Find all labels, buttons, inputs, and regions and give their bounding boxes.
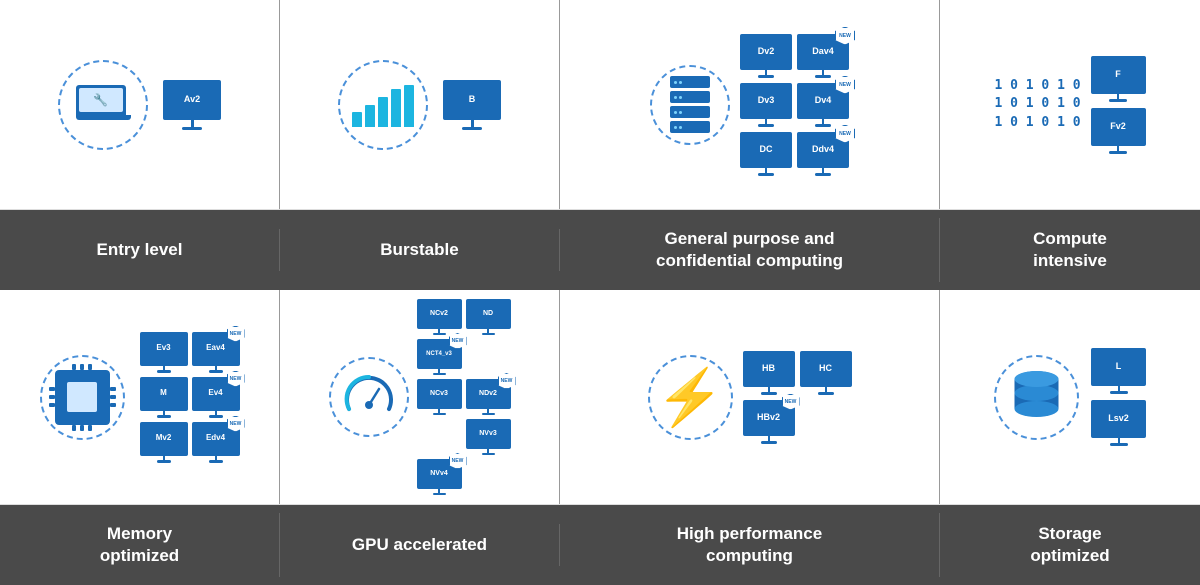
col-burst-icons: B <box>280 0 560 209</box>
nct4v3-monitor: NCT4_v3 NEW <box>417 339 462 375</box>
ncv3-monitor: NCv3 <box>417 379 462 415</box>
hbv2-new-badge: NEW <box>782 394 800 410</box>
bar3 <box>378 97 388 127</box>
f-monitor: F <box>1091 56 1146 102</box>
eav4-new-badge: NEW <box>227 326 245 342</box>
label-storage: Storage optimized <box>940 513 1200 577</box>
bottom-label-row: Memory optimized GPU accelerated High pe… <box>0 505 1200 585</box>
bottom-icons-row: Ev3 Eav4 NEW <box>0 290 1200 505</box>
hpc-icons-area: ⚡ HB HC <box>648 351 852 444</box>
edv4-new-badge: NEW <box>227 416 245 432</box>
memory-dashed-circle <box>40 355 125 440</box>
bar5 <box>404 85 414 127</box>
mv2-monitor: Mv2 <box>140 422 188 463</box>
laptop-icon: 🔧 <box>76 85 131 125</box>
bar-chart-icon <box>352 82 414 127</box>
bar1 <box>352 112 362 127</box>
hpc-monitor-grid: HB HC HBv2 <box>743 351 852 444</box>
col-entry-icons: 🔧 Av2 <box>0 0 280 209</box>
binary-display: 1 0 1 0 1 0 1 0 1 0 1 0 1 0 1 0 1 0 <box>994 77 1080 132</box>
col-compute-icons: 1 0 1 0 1 0 1 0 1 0 1 0 1 0 1 0 1 0 F <box>940 0 1200 209</box>
dav4-monitor: Dav4 NEW <box>797 34 849 78</box>
nct4-new-badge: NEW <box>449 333 467 349</box>
top-label-row: Entry level Burstable General purpose an… <box>0 210 1200 290</box>
cpu-inner <box>67 382 97 412</box>
hpc-dashed-circle: ⚡ <box>648 355 733 440</box>
storage-monitors: L Lsv2 <box>1091 348 1146 446</box>
burst-dashed-circle <box>338 60 428 150</box>
general-monitor-grid: Dv2 Dav4 NEW <box>740 34 849 176</box>
ndv2-monitor: NDv2 NEW <box>466 379 511 415</box>
nvv3-monitor: NVv3 <box>466 419 511 455</box>
ddv4-new-badge: NEW <box>835 125 855 143</box>
col-memory-icons: Ev3 Eav4 NEW <box>0 290 280 504</box>
burst-icons-area: B <box>338 60 501 150</box>
col-storage-icons: L Lsv2 <box>940 290 1200 504</box>
label-hpc: High performance computing <box>560 513 940 577</box>
edv4-monitor: Edv4 NEW <box>192 422 240 463</box>
col-gpu-icons: NCv2 ND NCT4_v3 <box>280 290 560 504</box>
storage-icons-area: L Lsv2 <box>994 348 1146 446</box>
nd-monitor: ND <box>466 299 511 335</box>
bar4 <box>391 89 401 127</box>
nvv4-new-badge: NEW <box>449 453 467 469</box>
nvv4-monitor: NVv4 NEW <box>417 459 462 495</box>
b-monitor: B <box>443 80 501 130</box>
dav4-new-badge: NEW <box>835 27 855 45</box>
label-entry: Entry level <box>0 229 280 271</box>
ev4-new-badge: NEW <box>227 371 245 387</box>
cpu-icon <box>55 370 110 425</box>
av2-monitor: Av2 <box>163 80 221 130</box>
ncv2-monitor: NCv2 <box>417 299 462 335</box>
ndv2-new-badge: NEW <box>498 373 516 389</box>
f-series-monitors: F Fv2 <box>1091 56 1146 154</box>
server-icon <box>670 76 710 133</box>
av2-label: Av2 <box>184 95 200 105</box>
speedometer-icon <box>339 367 399 427</box>
ev3-monitor: Ev3 <box>140 332 188 373</box>
general-dashed-circle <box>650 65 730 145</box>
memory-monitor-grid: Ev3 Eav4 NEW <box>140 332 240 463</box>
general-icons-area: Dv2 Dav4 NEW <box>650 34 849 176</box>
eav4-monitor: Eav4 NEW <box>192 332 240 373</box>
dc-monitor: DC <box>740 132 792 176</box>
m-monitor: M <box>140 377 188 418</box>
dv2-monitor: Dv2 <box>740 34 792 78</box>
fv2-monitor: Fv2 <box>1091 108 1146 154</box>
gpu-icons-area: NCv2 ND NCT4_v3 <box>329 299 511 495</box>
b-label: B <box>469 95 476 105</box>
lsv2-monitor: Lsv2 <box>1091 400 1146 446</box>
l-monitor: L <box>1091 348 1146 394</box>
label-burstable: Burstable <box>280 229 560 271</box>
wrench-icon: 🔧 <box>93 93 108 107</box>
hb-monitor: HB <box>743 351 795 395</box>
dv3-monitor: Dv3 <box>740 83 792 127</box>
hc-monitor: HC <box>800 351 852 395</box>
dv4-new-badge: NEW <box>835 76 855 94</box>
database-icon <box>1009 367 1064 427</box>
ddv4-monitor: Ddv4 NEW <box>797 132 849 176</box>
memory-icons-area: Ev3 Eav4 NEW <box>40 332 240 463</box>
col-hpc-icons: ⚡ HB HC <box>560 290 940 504</box>
label-gpu: GPU accelerated <box>280 524 560 566</box>
col-general-icons: Dv2 Dav4 NEW <box>560 0 940 209</box>
storage-dashed-circle <box>994 355 1079 440</box>
bar2 <box>365 105 375 127</box>
gpu-dashed-circle <box>329 357 409 437</box>
entry-icons-area: 🔧 Av2 <box>58 60 221 150</box>
entry-dashed-circle: 🔧 <box>58 60 148 150</box>
label-memory: Memory optimized <box>0 513 280 577</box>
label-general: General purpose and confidential computi… <box>560 218 940 282</box>
dv4-monitor: Dv4 NEW <box>797 83 849 127</box>
ev4-monitor: Ev4 NEW <box>192 377 240 418</box>
label-compute: Compute intensive <box>940 218 1200 282</box>
lightning-icon: ⚡ <box>656 370 724 425</box>
top-icons-row: 🔧 Av2 <box>0 0 1200 210</box>
compute-icons-area: 1 0 1 0 1 0 1 0 1 0 1 0 1 0 1 0 1 0 F <box>994 56 1145 154</box>
hbv2-monitor: HBv2 NEW <box>743 400 795 444</box>
main-container: 🔧 Av2 <box>0 0 1200 585</box>
gpu-monitor-grid: NCv2 ND NCT4_v3 <box>417 299 511 495</box>
